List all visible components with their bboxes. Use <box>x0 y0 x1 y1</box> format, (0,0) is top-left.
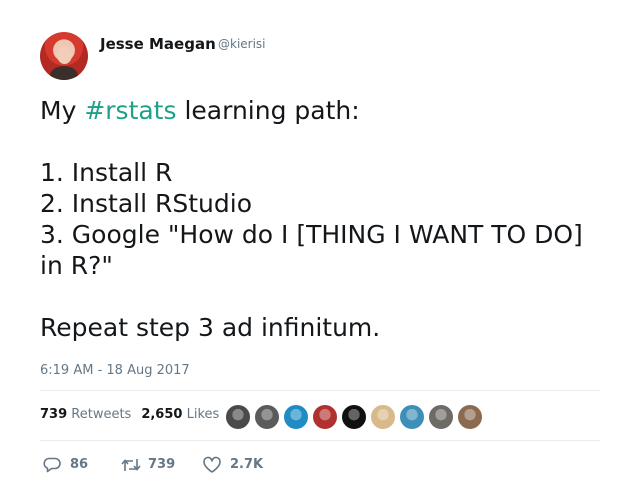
liker-avatar[interactable] <box>399 404 425 430</box>
retweet-count: 739 <box>148 457 176 472</box>
liker-avatar[interactable] <box>428 404 454 430</box>
retweets-stat[interactable]: 739 Retweets <box>40 407 131 422</box>
liker-avatar[interactable] <box>312 404 338 430</box>
liker-avatar[interactable] <box>370 404 396 430</box>
divider <box>40 390 600 391</box>
user-name[interactable]: Jesse Maegan <box>100 35 216 53</box>
tweet-closing: Repeat step 3 ad infinitum. <box>40 313 381 342</box>
timestamp[interactable]: 6:19 AM - 18 Aug 2017 <box>40 363 190 378</box>
tweet-line-1: My #rstats learning path: <box>40 95 610 126</box>
tweet-text: My #rstats learning path: 1. Install R 2… <box>40 95 610 343</box>
tweet-step-3a: 3. Google "How do I [THING I WANT TO DO] <box>40 220 583 249</box>
likes-stat[interactable]: 2,650 Likes <box>141 407 219 422</box>
likes-count: 2,650 <box>141 407 183 422</box>
avatar-body <box>50 66 78 80</box>
retweet-icon <box>121 459 141 471</box>
likes-label: Likes <box>186 407 220 422</box>
heart-icon <box>203 456 221 473</box>
tweet-step-3b: in R?" <box>40 251 113 280</box>
like-count: 2.7K <box>230 457 264 472</box>
hashtag-link[interactable]: #rstats <box>84 96 176 125</box>
retweets-label: Retweets <box>71 407 132 422</box>
avatar-face <box>57 46 72 64</box>
liker-avatar[interactable] <box>341 404 367 430</box>
liker-avatar[interactable] <box>225 404 251 430</box>
avatar[interactable] <box>40 32 88 80</box>
tweet-card: Jesse Maegan @kierisi My #rstats learnin… <box>0 0 640 502</box>
liker-avatar[interactable] <box>254 404 280 430</box>
tweet-line-1-suffix: learning path: <box>176 96 360 125</box>
reply-icon <box>43 457 61 473</box>
tweet-step-1: 1. Install R <box>40 158 173 187</box>
divider <box>40 440 600 441</box>
stats-row: 739 Retweets 2,650 Likes <box>40 407 229 422</box>
liker-avatar[interactable] <box>283 404 309 430</box>
reply-count: 86 <box>70 457 89 472</box>
retweets-count: 739 <box>40 407 68 422</box>
liker-avatar[interactable] <box>457 404 483 430</box>
user-handle[interactable]: @kierisi <box>218 37 266 51</box>
tweet-step-2: 2. Install RStudio <box>40 189 252 218</box>
tweet-line-1-prefix: My <box>40 96 85 125</box>
